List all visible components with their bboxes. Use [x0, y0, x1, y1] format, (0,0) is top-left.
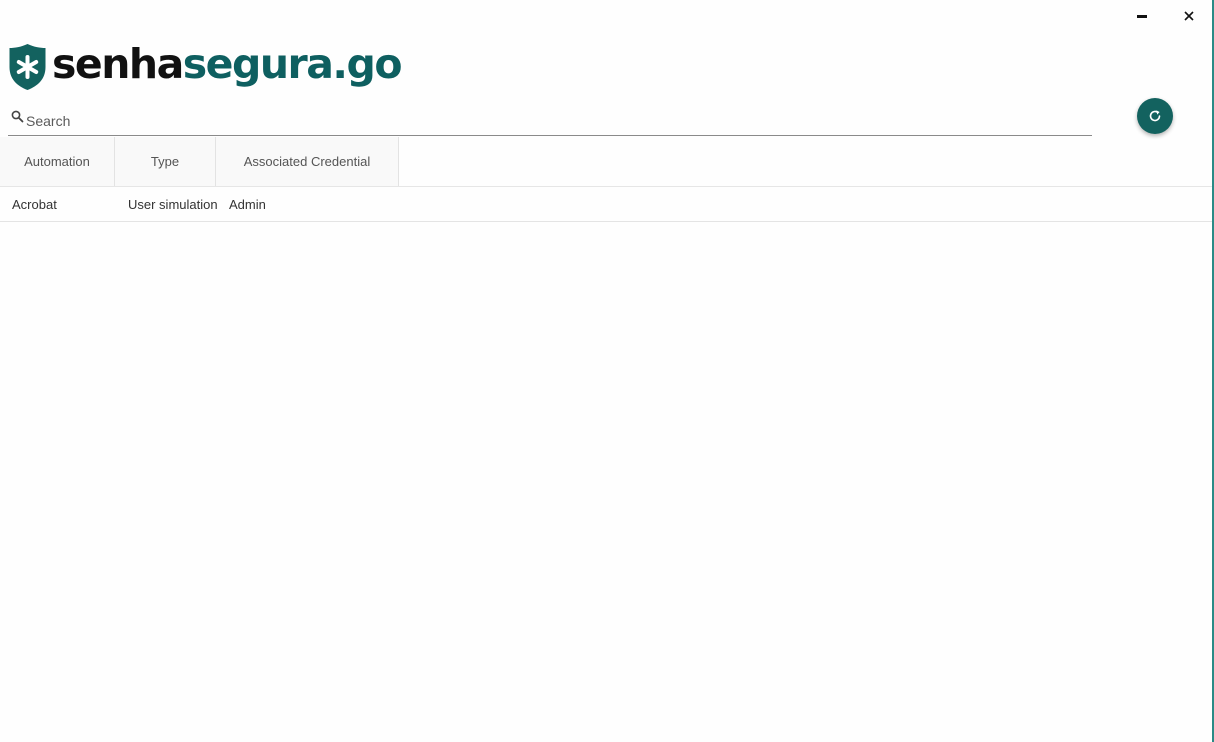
brand-name: senhasegura.go [52, 43, 403, 85]
column-header-type[interactable]: Type [115, 137, 216, 186]
search-bar [8, 106, 1092, 136]
app-window: senhasegura.go Automation Type Associate… [0, 0, 1214, 742]
table-row[interactable]: Acrobat User simulation Admin [0, 187, 1212, 222]
cell-automation: Acrobat [12, 197, 57, 212]
shield-asterisk-icon [9, 44, 46, 90]
cell-associated-credential: Admin [229, 197, 266, 212]
close-icon [1184, 11, 1194, 21]
column-header-associated-credential[interactable]: Associated Credential [216, 137, 399, 186]
minimize-button[interactable] [1119, 2, 1165, 30]
minimize-icon [1137, 14, 1147, 18]
search-input[interactable] [26, 108, 1026, 133]
brand-logo: senhasegura.go [8, 42, 403, 92]
cell-type: User simulation [128, 197, 218, 212]
refresh-button[interactable] [1137, 98, 1173, 134]
column-header-automation[interactable]: Automation [0, 137, 115, 186]
close-button[interactable] [1166, 2, 1212, 30]
table-header: Automation Type Associated Credential [0, 137, 399, 186]
search-icon [11, 110, 24, 123]
brand-name-part1: senha [52, 39, 184, 88]
brand-name-part2: segura.go [182, 39, 403, 88]
refresh-icon [1149, 110, 1161, 122]
